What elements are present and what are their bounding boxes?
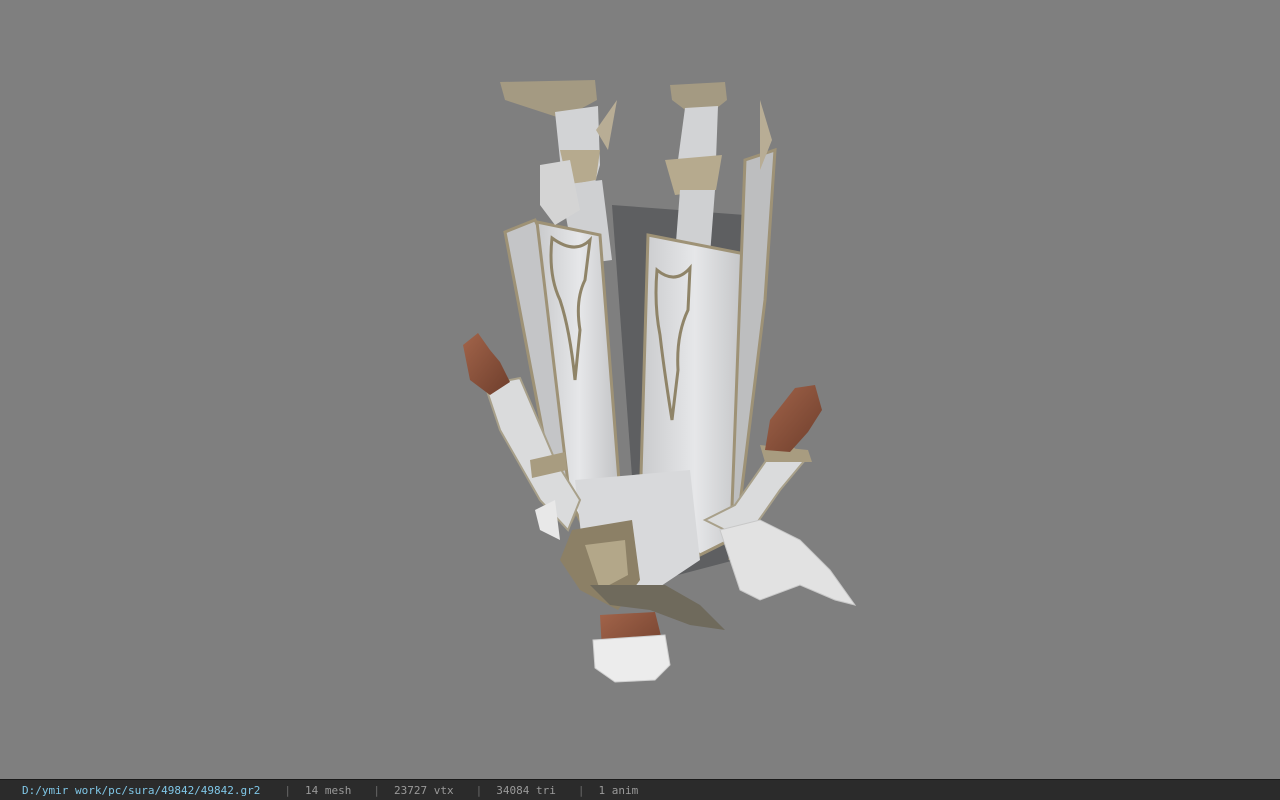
head: [592, 612, 671, 683]
file-path: D:/ymir work/pc/sura/49842/49842.gr2: [22, 783, 261, 797]
model-viewport[interactable]: [0, 0, 1280, 779]
left-hand: [463, 333, 510, 395]
separator: |: [475, 783, 483, 797]
mesh-count: 14 mesh: [305, 783, 352, 797]
separator: |: [577, 783, 585, 797]
status-bar: D:/ymir work/pc/sura/49842/49842.gr2 | 1…: [0, 779, 1280, 800]
triangle-count: 34084 tri: [496, 783, 556, 797]
feather-collar: [719, 519, 857, 606]
right-hand: [765, 385, 822, 452]
character-model[interactable]: [0, 0, 1280, 779]
anim-count: 1 anim: [598, 783, 639, 797]
separator: |: [284, 783, 292, 797]
vertex-count: 23727 vtx: [394, 783, 454, 797]
separator: |: [373, 783, 381, 797]
